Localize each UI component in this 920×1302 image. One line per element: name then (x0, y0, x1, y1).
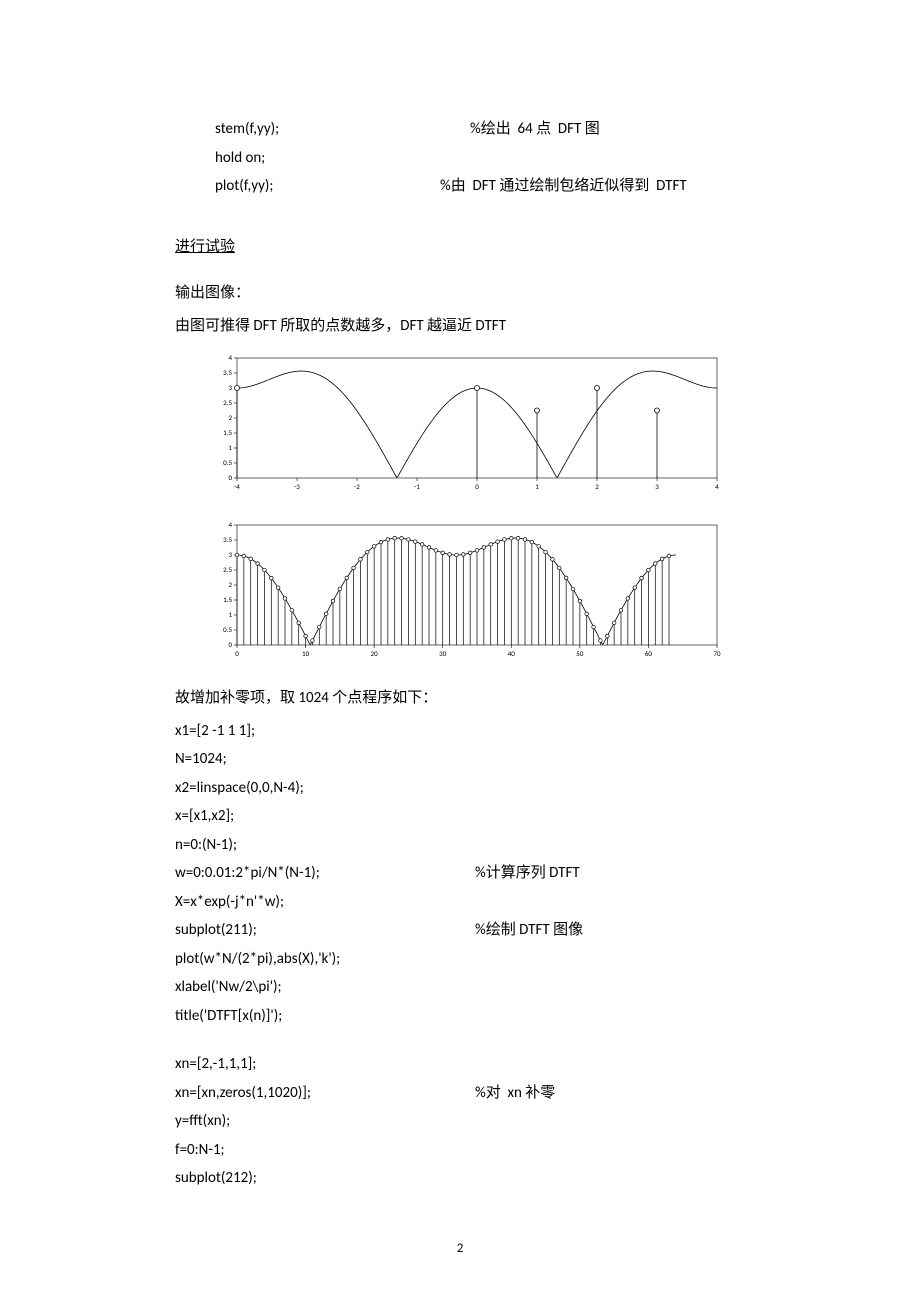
svg-text:0: 0 (228, 473, 232, 482)
svg-text:3: 3 (228, 550, 232, 559)
code-line: X=x*exp(-j*n'*w); (175, 888, 745, 917)
svg-text:4: 4 (715, 482, 719, 491)
code-line: n=0:(N-1); (175, 831, 745, 860)
svg-text:3.5: 3.5 (223, 368, 232, 377)
code-text: w=0:0.01:2*pi/N*(N-1); (175, 859, 475, 888)
code-text: x=[x1,x2]; (175, 802, 234, 831)
code-text: stem(f,yy); (215, 115, 470, 144)
code-text: xlabel('Nw/2\pi'); (175, 973, 282, 1002)
svg-text:1: 1 (535, 482, 539, 491)
code-line: x1=[2 -1 1 1]; (175, 717, 745, 746)
code-text: subplot(211); (175, 916, 475, 945)
code-line: N=1024; (175, 745, 745, 774)
code-comment: %对 xn 补零 (475, 1079, 555, 1108)
charts-container: -4-3-2-10123400.511.522.533.54 010203040… (205, 352, 745, 664)
code-line: stem(f,yy); %绘出 64 点 DFT 图 (215, 115, 745, 144)
svg-text:4: 4 (228, 520, 232, 529)
code-text: title('DTFT[x(n)]'); (175, 1002, 282, 1031)
svg-text:3: 3 (655, 482, 659, 491)
code-text: x2=linspace(0,0,N-4); (175, 774, 304, 803)
code-line: title('DTFT[x(n)]'); (175, 1002, 745, 1031)
code-line: plot(f,yy); %由 DFT 通过绘制包络近似得到 DTFT (215, 172, 745, 201)
chart-top: -4 -3 -2 -1 0 1 2 3 4 0 0.5 1 1.5 2 2.5 3 3.5 4 (205, 352, 725, 497)
svg-text:2: 2 (228, 413, 232, 422)
body-text: 由图可推得 DFT 所取的点数越多，DFT 越逼近 DTFT (175, 312, 745, 341)
code-text: plot(f,yy); (215, 172, 440, 201)
svg-text:1: 1 (228, 443, 232, 452)
svg-text:2: 2 (228, 580, 232, 589)
page-number: 2 (0, 1237, 920, 1262)
code-line: xn=[2,-1,1,1]; (175, 1050, 745, 1079)
code-line: subplot(212); (175, 1164, 745, 1193)
section-heading: 进行试验 (175, 233, 745, 262)
svg-text:-4: -4 (234, 482, 240, 491)
svg-text:-3: -3 (294, 482, 300, 491)
svg-text:0: 0 (228, 640, 232, 649)
svg-text:60: 60 (645, 649, 653, 658)
svg-text:2.5: 2.5 (223, 565, 232, 574)
svg-text:70: 70 (713, 649, 721, 658)
code-text: n=0:(N-1); (175, 831, 237, 860)
code-line: x=[x1,x2]; (175, 802, 745, 831)
body-text: 输出图像： (175, 279, 745, 308)
code-line: xlabel('Nw/2\pi'); (175, 973, 745, 1002)
code-line: subplot(211); %绘制 DTFT 图像 (175, 916, 745, 945)
code-line: f=0:N-1; (175, 1136, 745, 1165)
svg-text:3.5: 3.5 (223, 535, 232, 544)
body-text: 故增加补零项，取 1024 个点程序如下： (175, 684, 745, 713)
svg-text:20: 20 (371, 649, 379, 658)
svg-text:0.5: 0.5 (223, 625, 232, 634)
svg-text:40: 40 (508, 649, 516, 658)
code-comment: %绘出 64 点 DFT 图 (470, 115, 600, 144)
code-text: hold on; (215, 144, 265, 173)
code-text: x1=[2 -1 1 1]; (175, 717, 255, 746)
code-text: xn=[2,-1,1,1]; (175, 1050, 256, 1079)
svg-text:1.5: 1.5 (223, 428, 232, 437)
code-comment: %绘制 DTFT 图像 (475, 916, 583, 945)
svg-text:1: 1 (228, 610, 232, 619)
code-line: hold on; (215, 144, 745, 173)
code-line: y=fft(xn); (175, 1107, 745, 1136)
code-line: xn=[xn,zeros(1,1020)]; %对 xn 补零 (175, 1079, 745, 1108)
svg-text:30: 30 (439, 649, 447, 658)
code-line: plot(w*N/(2*pi),abs(X),'k'); (175, 945, 745, 974)
svg-text:4: 4 (228, 353, 232, 362)
svg-text:2.5: 2.5 (223, 398, 232, 407)
svg-text:3: 3 (228, 383, 232, 392)
code-text: plot(w*N/(2*pi),abs(X),'k'); (175, 945, 340, 974)
code-text: y=fft(xn); (175, 1107, 230, 1136)
chart-bottom: 0 10 20 30 40 50 60 70 0 0.5 1 1.5 2 2.5 3 3.5 4 (205, 519, 725, 664)
svg-text:1.5: 1.5 (223, 595, 232, 604)
svg-text:0: 0 (475, 482, 479, 491)
svg-text:2: 2 (595, 482, 599, 491)
code-text: subplot(212); (175, 1164, 257, 1193)
svg-text:50: 50 (576, 649, 584, 658)
code-text: f=0:N-1; (175, 1136, 225, 1165)
code-comment: %计算序列 DTFT (475, 859, 580, 888)
code-comment: %由 DFT 通过绘制包络近似得到 DTFT (440, 172, 687, 201)
code-text: N=1024; (175, 745, 227, 774)
svg-text:0.5: 0.5 (223, 458, 232, 467)
svg-text:-2: -2 (354, 482, 360, 491)
svg-text:-1: -1 (414, 482, 420, 491)
svg-text:0: 0 (235, 649, 239, 658)
code-line: w=0:0.01:2*pi/N*(N-1); %计算序列 DTFT (175, 859, 745, 888)
code-text: X=x*exp(-j*n'*w); (175, 888, 284, 917)
svg-text:10: 10 (302, 649, 310, 658)
code-line: x2=linspace(0,0,N-4); (175, 774, 745, 803)
code-text: xn=[xn,zeros(1,1020)]; (175, 1079, 475, 1108)
